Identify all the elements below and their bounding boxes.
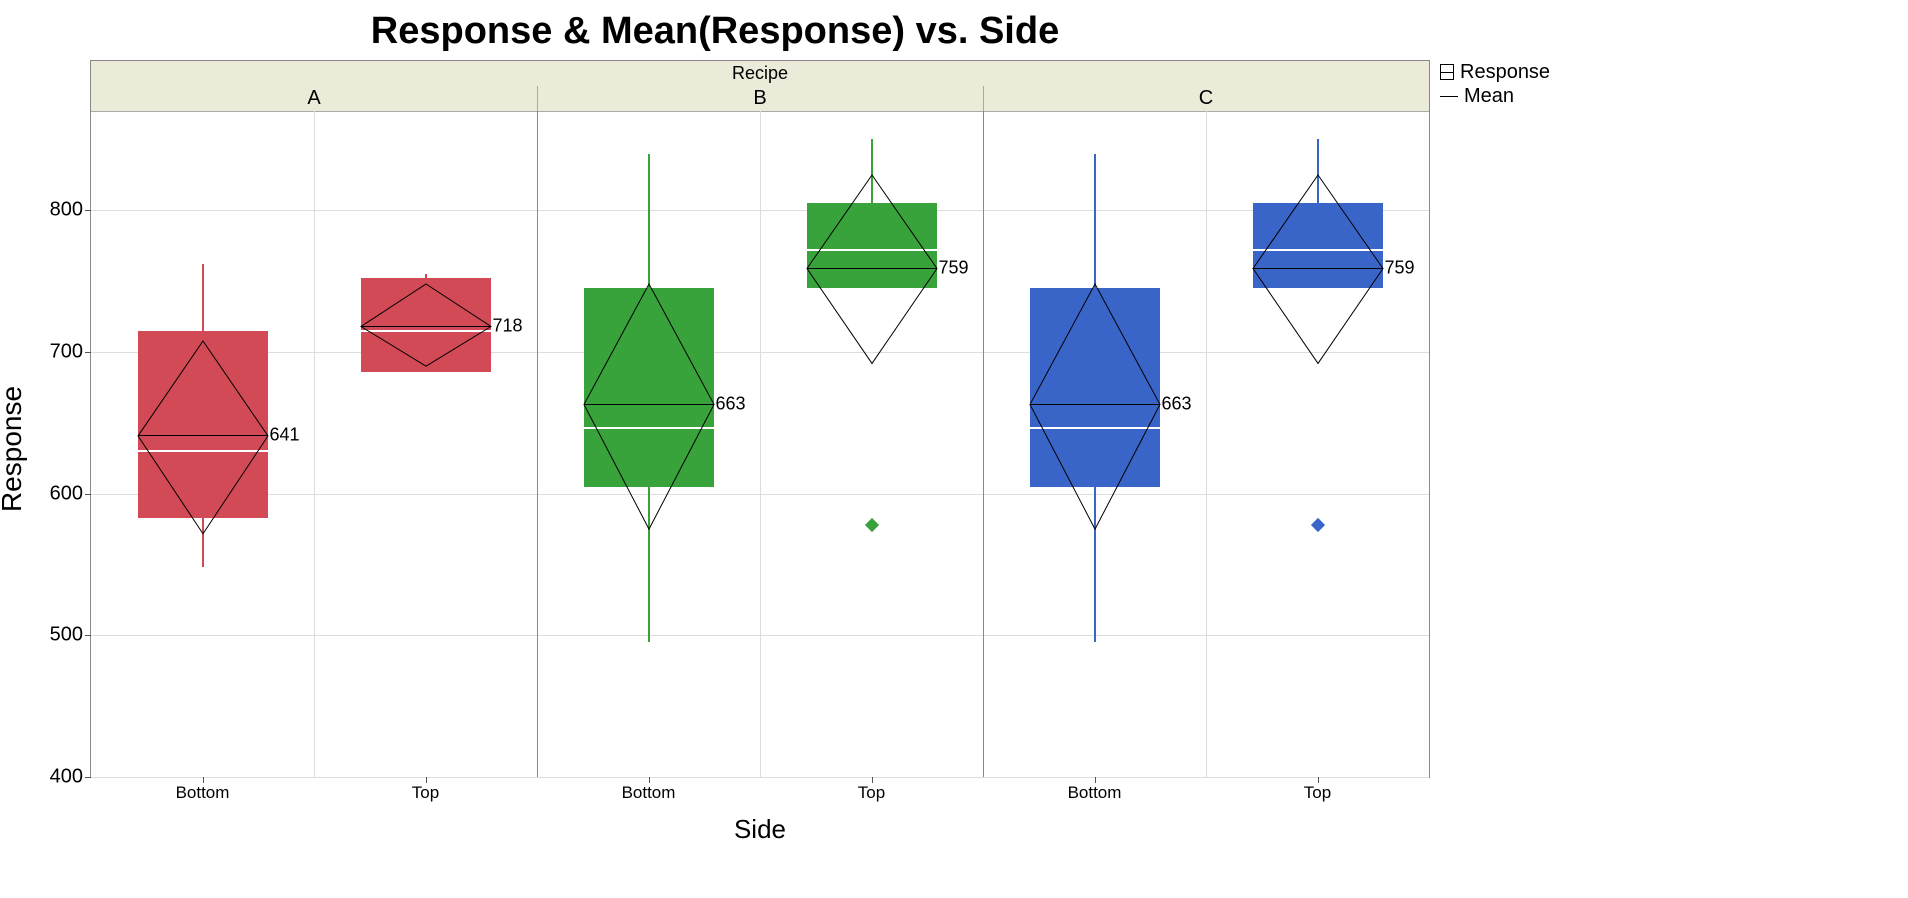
facet-header: Recipe [91, 61, 1429, 87]
legend: Response Mean [1440, 60, 1550, 108]
y-tick-label: 700 [50, 340, 91, 363]
line-icon [1440, 96, 1458, 97]
facet-strip: ABC [91, 86, 1429, 112]
legend-label: Response [1460, 61, 1550, 84]
legend-item-response: Response [1440, 60, 1550, 84]
whisker [648, 154, 650, 289]
x-tick-label: Top [858, 777, 885, 803]
mean-label: 663 [714, 394, 746, 415]
mean-label: 718 [491, 316, 523, 337]
y-axis-label: Response [0, 386, 28, 512]
mean-diamond [138, 341, 268, 534]
whisker [1094, 154, 1096, 289]
mean-label: 641 [268, 425, 300, 446]
y-tick-label: 500 [50, 624, 91, 647]
x-tick-label: Bottom [622, 777, 676, 803]
y-tick-label: 800 [50, 199, 91, 222]
plot-body: 400500600700800BottomTopBottomTopBottomT… [91, 111, 1429, 777]
y-tick-label: 400 [50, 766, 91, 789]
whisker [202, 264, 204, 331]
mean-diamond [1030, 284, 1160, 529]
x-tick-label: Bottom [176, 777, 230, 803]
mean-label: 759 [1383, 258, 1415, 279]
legend-item-mean: Mean [1440, 84, 1550, 108]
mean-line [1030, 404, 1160, 406]
facet-label: A [91, 86, 537, 111]
x-tick-label: Top [412, 777, 439, 803]
mean-diamond [584, 284, 714, 529]
chart-title: Response & Mean(Response) vs. Side [0, 10, 1430, 53]
mean-line [361, 326, 491, 328]
mean-line [1253, 268, 1383, 270]
y-tick-label: 600 [50, 482, 91, 505]
x-tick-label: Bottom [1068, 777, 1122, 803]
mean-line [807, 268, 937, 270]
facet-label: C [983, 86, 1429, 111]
mean-line [584, 404, 714, 406]
x-tick-label: Top [1304, 777, 1331, 803]
mean-label: 663 [1160, 394, 1192, 415]
outlier-point [864, 518, 878, 532]
outlier-point [1310, 518, 1324, 532]
x-axis-label: Side [90, 814, 1430, 845]
boxplot-icon [1440, 64, 1454, 80]
mean-label: 759 [937, 258, 969, 279]
legend-label: Mean [1464, 85, 1514, 108]
plot-area: Recipe ABC 400500600700800BottomTopBotto… [90, 60, 1430, 778]
mean-line [138, 435, 268, 437]
facet-label: B [537, 86, 983, 111]
